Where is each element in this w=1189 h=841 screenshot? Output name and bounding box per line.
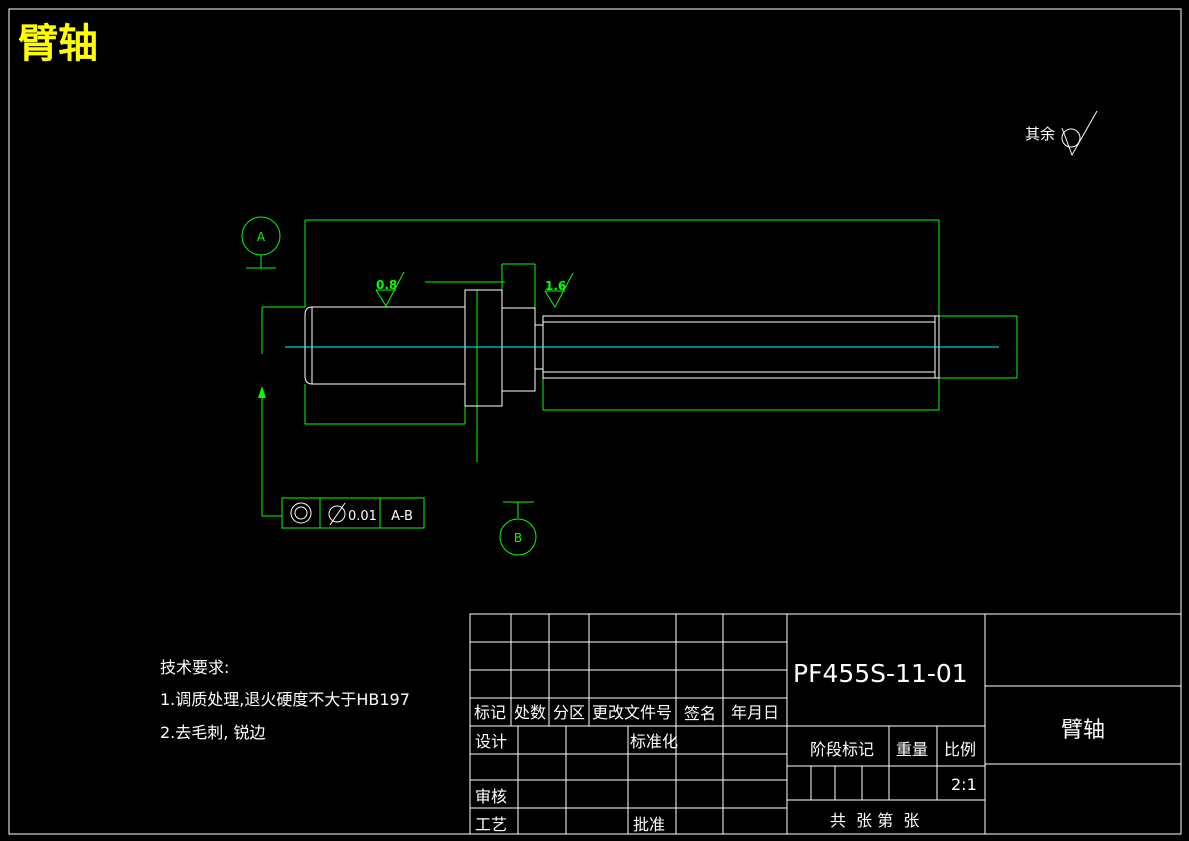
dimension-lines	[261, 219, 1018, 517]
datum-b: B	[499, 501, 537, 556]
design-label: 设计	[475, 732, 507, 751]
stage-mark-label: 阶段标记	[810, 740, 874, 759]
drawing-canvas: 臂轴 其余 A B 0.8 1.6 0.01 A-B 技术要求: 1.调质处理,…	[8, 8, 1182, 835]
scale-label: 比例	[944, 740, 976, 759]
tech-requirement-item-1: 1.调质处理,退火硬度不大于HB197	[160, 690, 410, 709]
tolerance-frame: 0.01 A-B	[281, 497, 425, 529]
rev-header-signature: 签名	[684, 704, 716, 723]
scale-value: 2:1	[951, 775, 977, 794]
datum-a-label: A	[257, 230, 266, 244]
surface-finish-note-text: 其余	[1025, 125, 1055, 143]
process-label: 工艺	[475, 815, 507, 834]
tech-requirements-heading: 技术要求:	[160, 658, 229, 677]
leader-arrow-icon	[258, 386, 266, 398]
sheets-label: 共 张 第 张	[830, 811, 919, 830]
surface-finish-note: 其余	[1025, 110, 1098, 157]
rev-header-file-no: 更改文件号	[592, 703, 672, 722]
drawing-title: 臂轴	[18, 21, 98, 67]
weight-label: 重量	[896, 740, 928, 759]
diameter-icon	[328, 502, 346, 526]
roughness-symbol-right: 1.6	[544, 272, 574, 309]
datum-b-label: B	[514, 531, 522, 545]
standardization-label: 标准化	[630, 732, 678, 751]
rev-header-count: 处数	[514, 703, 546, 722]
review-label: 审核	[475, 787, 507, 806]
tolerance-value: 0.01	[348, 509, 377, 524]
rev-header-zone: 分区	[553, 703, 585, 722]
roughness-right-value: 1.6	[545, 279, 566, 293]
concentricity-icon	[290, 502, 312, 524]
roughness-symbol-left: 0.8	[375, 271, 405, 308]
rev-header-date: 年月日	[731, 703, 779, 722]
datum-a: A	[241, 216, 281, 269]
approve-label: 批准	[633, 815, 665, 834]
roughness-circle-icon	[1061, 110, 1098, 157]
roughness-left-value: 0.8	[376, 278, 397, 292]
part-name: 臂轴	[1061, 718, 1105, 743]
tech-requirement-item-2: 2.去毛刺, 锐边	[160, 723, 265, 742]
rev-header-mark: 标记	[474, 703, 506, 722]
tolerance-datum-ref: A-B	[391, 509, 413, 524]
tech-requirements: 技术要求: 1.调质处理,退火硬度不大于HB197 2.去毛刺, 锐边	[160, 658, 410, 742]
shaft-outline	[304, 289, 940, 407]
drawing-number: PF455S-11-01	[793, 659, 968, 688]
